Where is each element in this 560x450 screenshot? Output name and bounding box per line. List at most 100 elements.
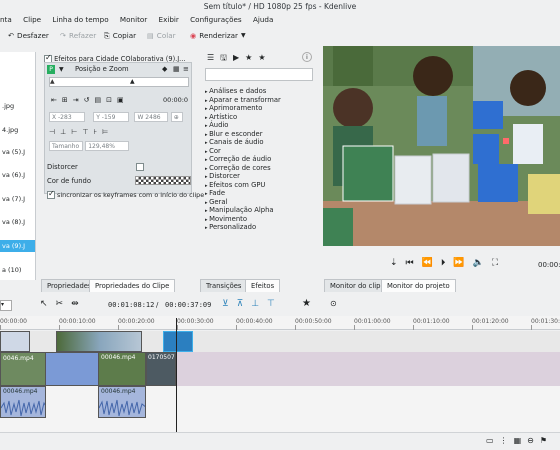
copy-button[interactable]: ⎘ Copiar xyxy=(104,27,136,45)
video-filter-icon[interactable]: ▶ xyxy=(233,53,245,62)
selected-clip[interactable] xyxy=(163,331,193,352)
play-icon[interactable]: ⏵ xyxy=(441,258,454,268)
align-icon[interactable]: ▤ xyxy=(95,96,107,104)
track-audio-clip[interactable]: 00046.mp4 xyxy=(0,386,46,418)
render-button[interactable]: ◉ Renderizar ▼ xyxy=(190,27,246,45)
align-bottom-icon[interactable]: ⊨ xyxy=(102,128,113,136)
bg-color-swatch[interactable] xyxy=(135,176,191,185)
timeline-ruler[interactable]: 00:00:00 00:00:10:00 00:00:20:00 00:00:30:0… xyxy=(0,316,560,330)
menu-icon[interactable]: ≡ xyxy=(183,65,189,73)
volume-icon[interactable]: 🔈 xyxy=(473,258,492,268)
undo-button[interactable]: ↶ Desfazer xyxy=(8,27,49,45)
lift-icon[interactable]: ⊥ xyxy=(251,299,267,309)
menu-help[interactable]: Ajuda xyxy=(253,15,273,24)
menu-bar: nta Clipe Linha do tempo Monitor Exibir … xyxy=(0,13,560,27)
keyframe-icon[interactable]: ◆ xyxy=(162,65,167,73)
list-item[interactable]: va (6).J xyxy=(0,169,35,181)
list-item[interactable]: va (8).J xyxy=(0,216,35,228)
align-right-icon[interactable]: ⊢ xyxy=(71,128,82,136)
list-item[interactable]: .jpg xyxy=(0,100,35,112)
menu-view[interactable]: Exibir xyxy=(159,15,179,24)
align-center-icon[interactable]: ⊥ xyxy=(60,128,71,136)
insert-icon[interactable]: ⊻ xyxy=(222,299,237,309)
track-clip[interactable]: 0170507 xyxy=(146,352,176,386)
menu-settings[interactable]: Configurações xyxy=(190,15,242,24)
menu-monitor[interactable]: Monitor xyxy=(120,15,147,24)
chevron-down-icon[interactable]: ▼ xyxy=(59,66,64,73)
keyframe-ruler[interactable]: ▲ ▲ xyxy=(49,77,189,87)
tab-transitions[interactable]: Transições xyxy=(200,279,248,292)
distort-checkbox[interactable] xyxy=(136,163,144,171)
sync-checkbox[interactable] xyxy=(47,189,55,199)
list-item[interactable]: 4.jpg xyxy=(0,124,35,136)
list-item[interactable]: va (9).J xyxy=(0,240,35,252)
extract-icon[interactable]: ⊤ xyxy=(267,299,283,309)
split-icon[interactable]: ⋮ xyxy=(500,436,514,445)
next-keyframe-icon[interactable]: ⇥ xyxy=(73,96,84,104)
playhead[interactable] xyxy=(176,318,177,432)
menu-timeline[interactable]: Linha do tempo xyxy=(52,15,108,24)
tab-effects[interactable]: Efeitos xyxy=(245,279,281,292)
thumbnail-icon[interactable]: ▦ xyxy=(514,436,528,445)
video-track-1[interactable]: 0046.mp4 00046.mp4 0170507 xyxy=(0,352,560,386)
forward-icon[interactable]: ⏩ xyxy=(453,258,472,268)
zoom-fit-icon[interactable]: ▭ xyxy=(486,436,500,445)
link-icon[interactable]: ⊕ xyxy=(170,112,183,122)
audio-track-2[interactable] xyxy=(0,418,560,432)
reset-icon[interactable]: ↺ xyxy=(84,96,95,104)
menu-project[interactable]: nta xyxy=(0,15,12,24)
effect-p-badge[interactable]: P xyxy=(47,65,55,74)
rewind-icon[interactable]: ⏪ xyxy=(422,258,441,268)
pointer-icon[interactable]: ↖ xyxy=(40,299,56,309)
list-item[interactable]: a (10) xyxy=(0,264,35,276)
fullscreen-icon[interactable]: ⛶ xyxy=(492,258,506,268)
project-monitor[interactable] xyxy=(323,46,560,246)
list-item[interactable]: va (5).J xyxy=(0,146,35,158)
w-field[interactable]: W 2486 xyxy=(134,112,169,122)
gear-icon[interactable]: ▦ xyxy=(173,65,180,73)
y-field[interactable]: Y -159 xyxy=(93,112,130,122)
ruler-tick-label: 00:00:00 xyxy=(0,318,27,325)
favorite-filter-icon[interactable]: ★ xyxy=(245,53,258,62)
menu-clip[interactable]: Clipe xyxy=(23,15,41,24)
add-keyframe-icon[interactable]: ⊞ xyxy=(62,96,73,104)
set-zone-icon[interactable]: ⇣ xyxy=(390,258,406,268)
x-field[interactable]: X -283 xyxy=(49,112,85,122)
spacer-icon[interactable]: ⇹ xyxy=(71,299,87,309)
list-item[interactable]: va (7).J xyxy=(0,193,35,205)
track-clip[interactable]: 0046.mp4 xyxy=(0,352,46,386)
track-select-icon[interactable]: ▾ xyxy=(0,300,12,311)
paste-button[interactable]: ▤ Colar xyxy=(147,27,176,45)
size-field[interactable]: 129,48% xyxy=(85,141,130,151)
track-clip[interactable] xyxy=(56,331,142,352)
fit-icon[interactable]: ▣ xyxy=(117,96,129,104)
align-left-icon[interactable]: ⊣ xyxy=(49,128,60,136)
align-top-icon[interactable]: ⊤ xyxy=(82,128,93,136)
save-icon[interactable]: 🖫 xyxy=(220,53,233,62)
effects-search-input[interactable] xyxy=(205,68,313,81)
list-view-icon[interactable]: ☰ xyxy=(207,53,220,62)
overwrite-icon[interactable]: ⊼ xyxy=(237,299,252,309)
redo-button[interactable]: ↷ Refazer xyxy=(60,27,96,45)
video-track-2[interactable] xyxy=(0,331,560,352)
effect-category[interactable]: ▸ Personalizado xyxy=(205,223,256,233)
star-icon[interactable]: ★ xyxy=(258,53,271,62)
prev-keyframe-icon[interactable]: ⇤ xyxy=(51,96,62,104)
tab-clip-properties[interactable]: Propriedades do Clipe xyxy=(89,279,176,292)
prev-frame-icon[interactable]: ⏮ xyxy=(406,258,422,268)
info-icon[interactable]: i xyxy=(302,52,312,62)
timeline-toolbar: ▾ ↖✂⇹ 00:01:08:12 / 00:00:37:09 ⊻⊼⊥⊤ ★ ⊙ xyxy=(0,295,560,315)
track-clip[interactable]: 00046.mp4 xyxy=(98,352,146,386)
track-audio-clip[interactable]: 00046.mp4 xyxy=(98,386,146,418)
align-middle-icon[interactable]: ⊦ xyxy=(93,128,102,136)
flag-icon[interactable]: ⚑ xyxy=(540,436,553,445)
favorite-effects-icon[interactable]: ★ xyxy=(302,298,311,309)
track-clip[interactable] xyxy=(0,331,30,352)
timeline-settings-icon[interactable]: ⊙ xyxy=(330,299,337,308)
zoom-out-icon[interactable]: ⊖ xyxy=(527,436,540,445)
razor-icon[interactable]: ✂ xyxy=(56,299,72,309)
lock-icon[interactable]: ⊡ xyxy=(106,96,117,104)
effect-category-label: Cor xyxy=(209,146,221,155)
audio-track-1[interactable]: 00046.mp4 00046.mp4 xyxy=(0,386,560,418)
tab-project-monitor[interactable]: Monitor do projeto xyxy=(381,279,456,292)
